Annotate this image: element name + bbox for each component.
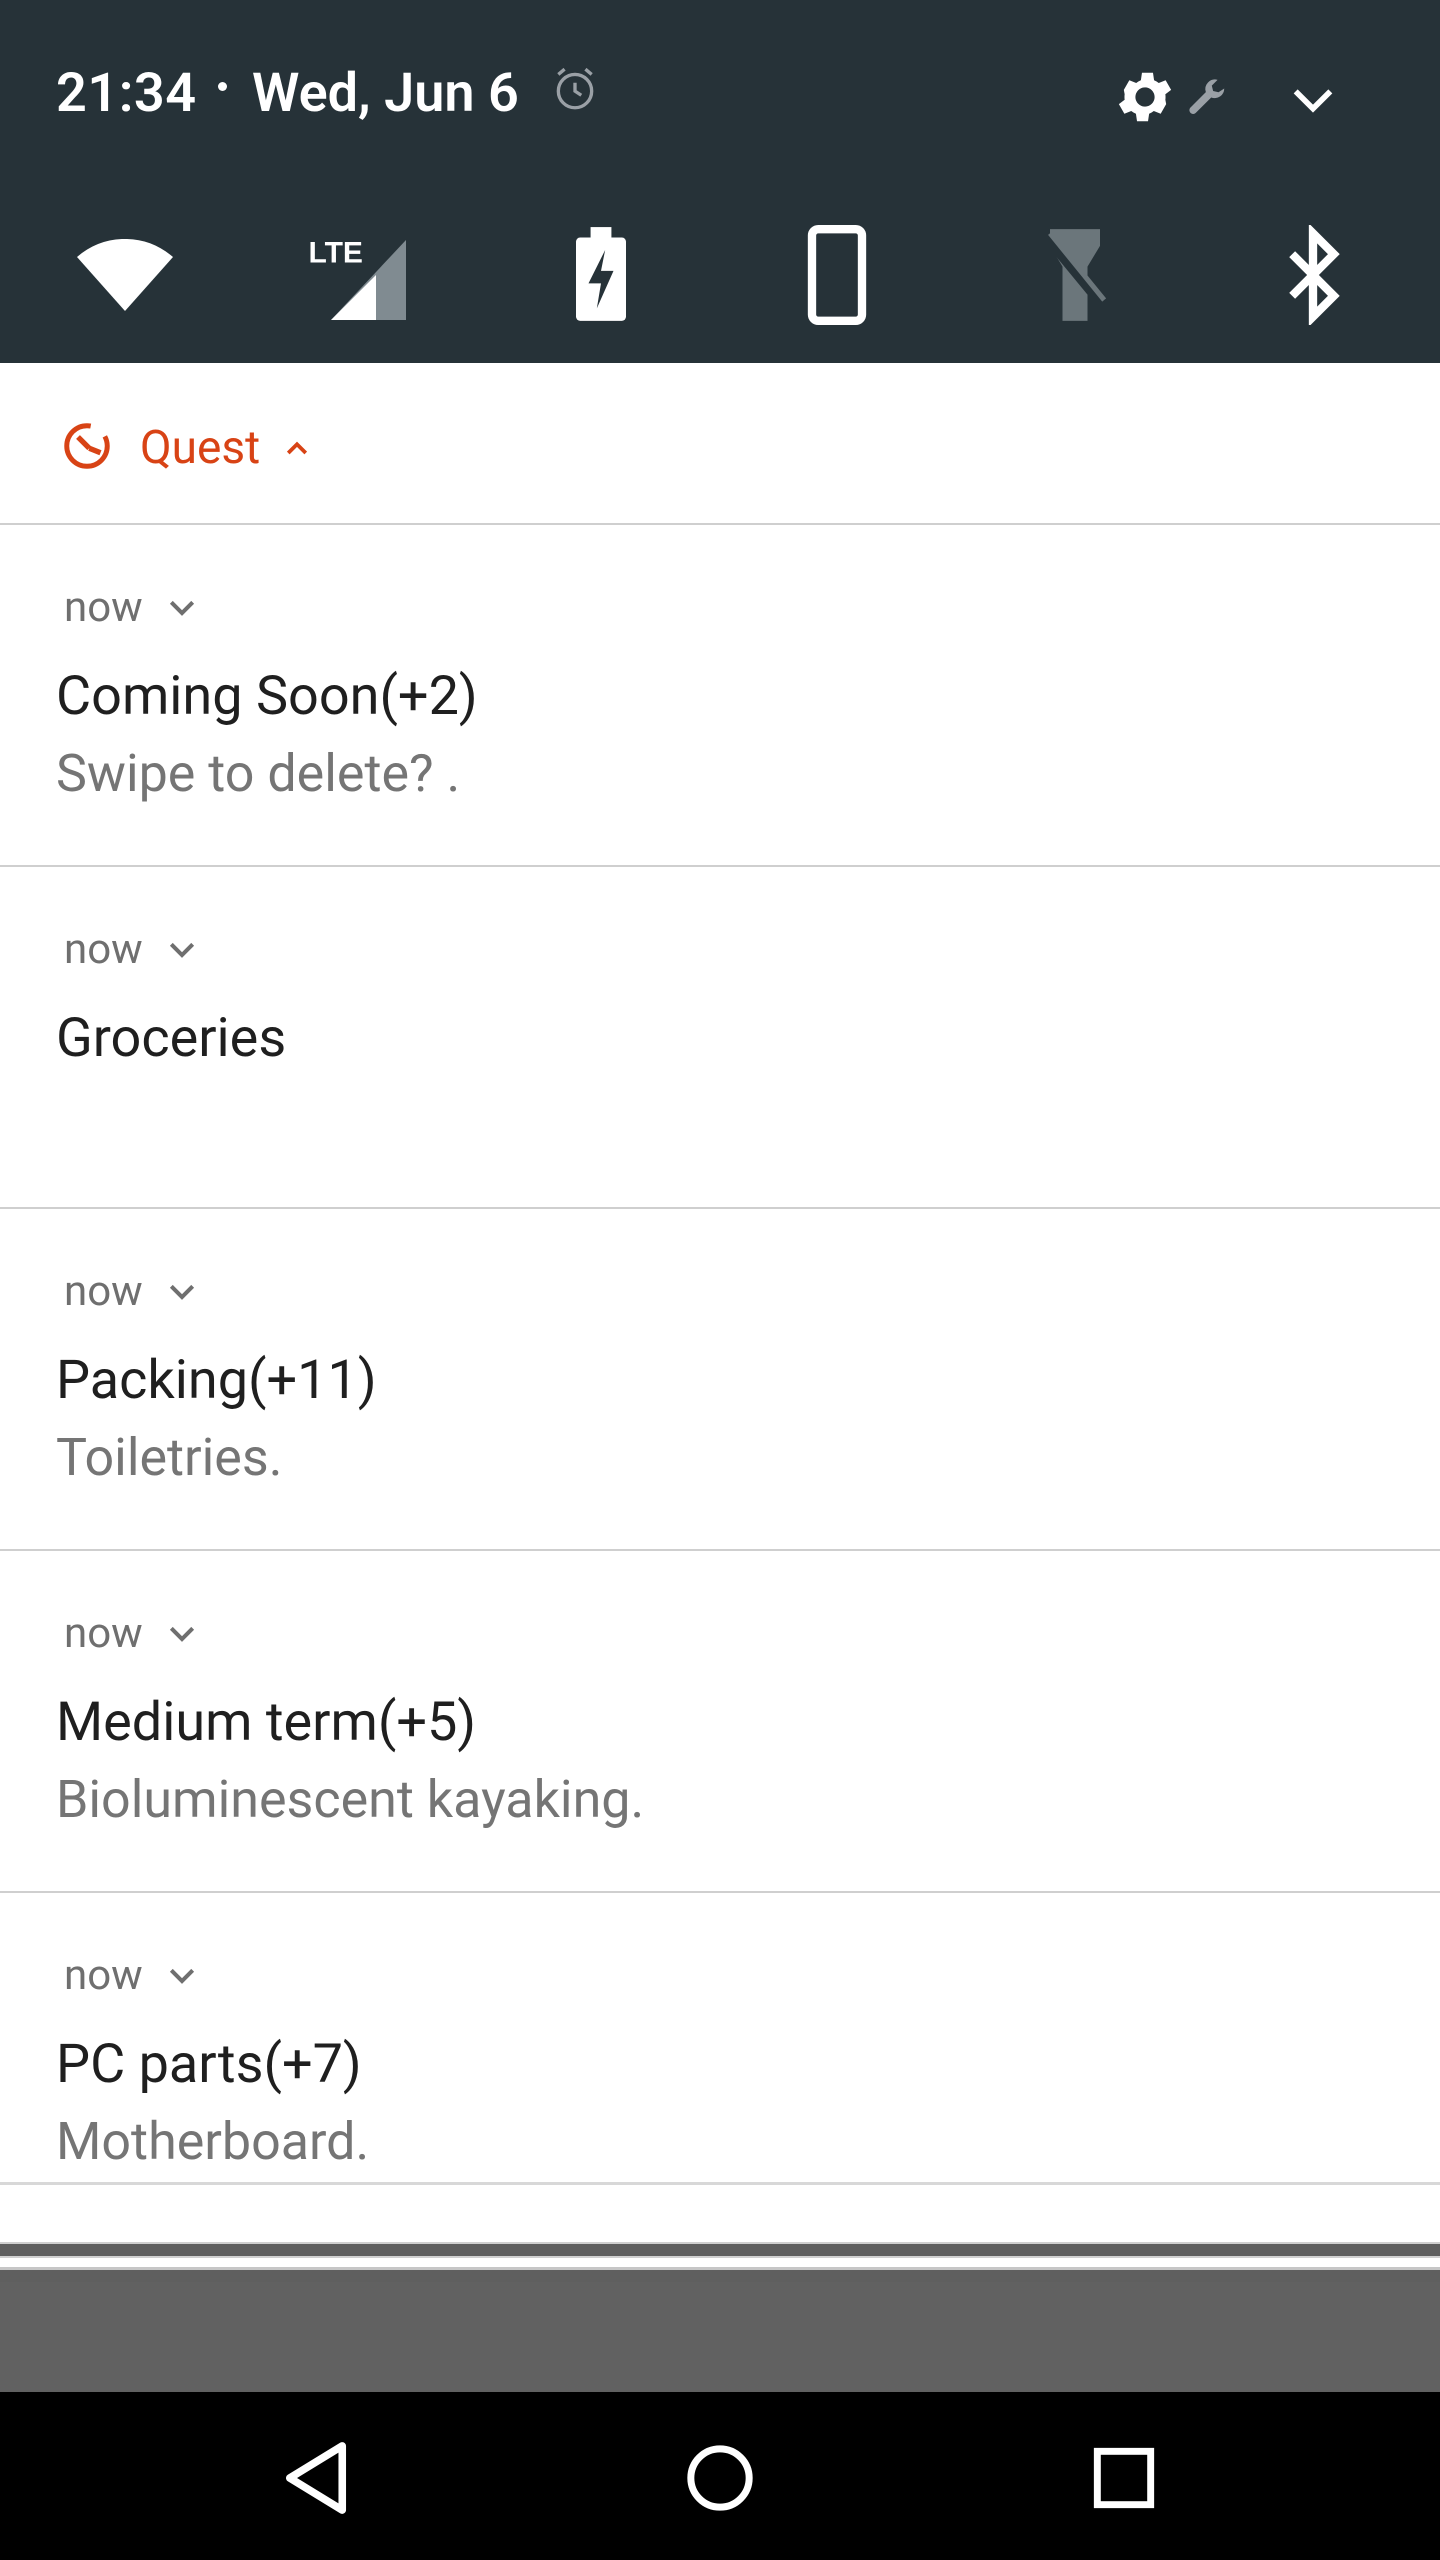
bluetooth-icon xyxy=(1289,225,1340,325)
auto-rotate-icon xyxy=(807,225,867,325)
battery-saver-tile[interactable] xyxy=(536,210,666,340)
quest-app-icon xyxy=(64,423,110,469)
wifi-icon xyxy=(77,239,173,311)
quick-tiles-row: LTE xyxy=(0,210,1440,340)
notification-time: now xyxy=(64,583,143,632)
auto-rotate-tile[interactable] xyxy=(772,210,902,340)
notification-text: Swipe to delete? . xyxy=(56,743,461,804)
app-header[interactable]: Quest xyxy=(0,363,1440,525)
clock-time: 21:34 xyxy=(56,62,197,125)
notification-title: PC parts(+7) xyxy=(56,2033,362,2096)
home-button[interactable] xyxy=(670,2428,770,2528)
notification-time: now xyxy=(64,925,143,974)
notification-title: Coming Soon(+2) xyxy=(56,665,478,728)
expand-chevron-icon[interactable] xyxy=(166,1281,198,1305)
navigation-bar xyxy=(0,2392,1440,2560)
stacked-notification-edge[interactable] xyxy=(0,2256,1440,2270)
home-icon xyxy=(687,2445,753,2511)
notification-text: Motherboard. xyxy=(56,2111,370,2172)
notification-item[interactable]: now Medium term(+5) Bioluminescent kayak… xyxy=(0,1551,1440,1893)
notification-text: Toiletries. xyxy=(56,1427,283,1488)
notification-title: Packing(+11) xyxy=(56,1349,377,1412)
chevron-up-icon[interactable] xyxy=(280,433,314,463)
wifi-tile[interactable] xyxy=(60,210,190,340)
back-button[interactable] xyxy=(266,2428,366,2528)
alarm-icon xyxy=(556,67,594,110)
notification-item[interactable]: now PC parts(+7) Motherboard. xyxy=(0,1893,1440,2183)
stacked-notification-edge[interactable] xyxy=(0,2182,1440,2244)
quick-settings-header: 21:34 Wed, Jun 6 LTE xyxy=(0,0,1440,363)
expand-chevron-icon[interactable] xyxy=(166,597,198,621)
notification-time: now xyxy=(64,1609,143,1658)
notification-title: Medium term(+5) xyxy=(56,1691,477,1754)
settings-gear-icon[interactable] xyxy=(1112,64,1178,130)
background-scrim[interactable] xyxy=(0,2282,1440,2392)
app-name: Quest xyxy=(140,421,261,475)
notification-text: Bioluminescent kayaking. xyxy=(56,1769,645,1830)
notification-item[interactable]: now Coming Soon(+2) Swipe to delete? . xyxy=(0,525,1440,867)
chevron-down-icon[interactable] xyxy=(1284,74,1342,126)
notification-item[interactable]: now Packing(+11) Toiletries. xyxy=(0,1209,1440,1551)
notification-title: Groceries xyxy=(56,1007,287,1070)
expand-chevron-icon[interactable] xyxy=(166,939,198,963)
notification-group: Quest now Coming Soon(+2) Swipe to delet… xyxy=(0,363,1440,2183)
bluetooth-tile[interactable] xyxy=(1248,210,1378,340)
recents-icon xyxy=(1093,2447,1155,2509)
recents-button[interactable] xyxy=(1074,2428,1174,2528)
notification-time: now xyxy=(64,1267,143,1316)
mobile-data-tile[interactable]: LTE xyxy=(296,210,426,340)
notification-time: now xyxy=(64,1951,143,2000)
expand-chevron-icon[interactable] xyxy=(166,1965,198,1989)
notification-item[interactable]: now Groceries xyxy=(0,867,1440,1209)
status-row: 21:34 Wed, Jun 6 xyxy=(0,0,1440,190)
date-label[interactable]: Wed, Jun 6 xyxy=(252,62,519,125)
lte-label: LTE xyxy=(309,237,363,270)
flashlight-tile[interactable] xyxy=(1010,210,1140,340)
lte-signal-icon: LTE xyxy=(309,237,406,320)
flashlight-off-icon xyxy=(1042,229,1108,321)
separator-dot xyxy=(218,82,227,91)
expand-chevron-icon[interactable] xyxy=(166,1623,198,1647)
back-icon xyxy=(285,2442,347,2514)
battery-saver-icon xyxy=(576,227,626,321)
wrench-icon xyxy=(1189,79,1225,114)
